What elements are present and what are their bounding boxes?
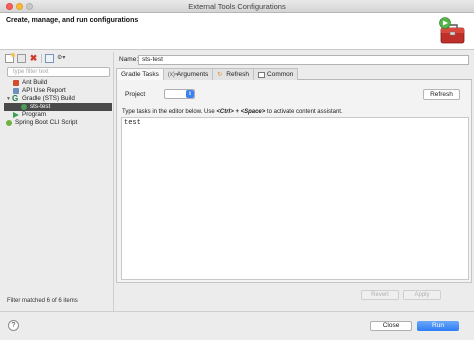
- tasks-editor[interactable]: test: [121, 117, 469, 280]
- footer-divider: [0, 311, 474, 312]
- name-field[interactable]: sts-test: [138, 55, 469, 65]
- filter-icon[interactable]: ⚙▾: [57, 54, 70, 63]
- tree-item-api-use-report[interactable]: API Use Report: [4, 87, 112, 95]
- editor-hint: Type tasks in the editor below. Use <Ctr…: [122, 109, 343, 115]
- dialog-banner: Create, manage, and run configurations: [0, 13, 474, 50]
- tab-label: Common: [267, 70, 294, 78]
- toolbox-icon: [439, 17, 465, 44]
- tab-gradle-tasks[interactable]: Gradle Tasks: [116, 68, 164, 80]
- tab-common[interactable]: Common: [253, 68, 299, 80]
- tree-item-gradle-sts-build[interactable]: ▼ G Gradle (STS) Build: [4, 95, 112, 103]
- run-button[interactable]: Run: [417, 321, 459, 331]
- refresh-icon: ↻: [217, 71, 223, 78]
- hint-prefix: Type tasks in the editor below. Use: [122, 109, 217, 115]
- title-bar: External Tools Configurations: [0, 0, 474, 13]
- gradle-icon: G: [12, 94, 19, 103]
- duplicate-icon[interactable]: [17, 54, 26, 63]
- tab-arguments[interactable]: (x)= Arguments: [162, 68, 214, 80]
- gradle-tasks-panel: Project ⇕ Refresh Type tasks in the edit…: [116, 80, 472, 283]
- config-tree-pane: ✖ ⚙▾ type filter text Ant Build API Use …: [2, 52, 112, 311]
- revert-button[interactable]: Revert: [361, 290, 399, 300]
- name-label: Name:: [119, 56, 139, 63]
- tree-item-sts-test[interactable]: sts-test: [4, 103, 112, 111]
- spring-icon: [6, 120, 12, 126]
- project-label: Project: [125, 91, 146, 98]
- arguments-icon: (x)=: [167, 71, 179, 78]
- tab-refresh[interactable]: ↻ Refresh: [212, 68, 255, 80]
- tree-item-label: Ant Build: [22, 79, 48, 86]
- tree-item-program[interactable]: Program: [4, 111, 112, 119]
- filter-status: Filter matched 6 of 6 items: [7, 298, 78, 304]
- tab-label: Gradle Tasks: [121, 70, 159, 78]
- config-tree: Ant Build API Use Report ▼ G Gradle (STS…: [4, 79, 112, 127]
- refresh-button[interactable]: Refresh: [423, 89, 460, 100]
- config-tabs: Gradle Tasks (x)= Arguments ↻ Refresh Co…: [116, 68, 472, 80]
- filter-input[interactable]: type filter text: [7, 67, 110, 77]
- program-icon: [13, 112, 19, 118]
- help-button[interactable]: ?: [8, 320, 19, 331]
- tree-item-label: API Use Report: [22, 87, 66, 94]
- ant-icon: [13, 80, 19, 86]
- toolbar-divider: [41, 54, 42, 63]
- sts-icon: [21, 104, 27, 110]
- pane-divider[interactable]: [113, 52, 114, 311]
- window-title: External Tools Configurations: [188, 2, 286, 11]
- common-icon: [258, 71, 266, 78]
- collapse-all-icon[interactable]: [45, 54, 54, 63]
- config-editor-pane: Name: sts-test Gradle Tasks (x)= Argumen…: [116, 52, 472, 311]
- new-config-icon[interactable]: [5, 53, 15, 63]
- chevron-updown-icon: ⇕: [186, 90, 194, 98]
- project-select[interactable]: ⇕: [164, 89, 195, 99]
- tree-item-label: Gradle (STS) Build: [22, 95, 75, 102]
- apply-button-group: Revert Apply: [361, 290, 441, 300]
- tree-item-label: Spring Boot CLI Script: [15, 119, 78, 126]
- tab-label: Arguments: [176, 70, 209, 78]
- apply-button[interactable]: Apply: [403, 290, 441, 300]
- close-button[interactable]: Close: [370, 321, 412, 331]
- expand-chevron-icon[interactable]: ▼: [6, 95, 11, 103]
- banner-title: Create, manage, and run configurations: [6, 17, 139, 24]
- tree-item-label: sts-test: [30, 103, 51, 110]
- hint-keys: <Ctrl> + <Space>: [216, 109, 266, 115]
- tab-label: Refresh: [226, 70, 250, 78]
- tree-toolbar: ✖ ⚙▾: [5, 53, 70, 64]
- tree-item-label: Program: [22, 111, 47, 118]
- tree-item-spring-boot-cli[interactable]: Spring Boot CLI Script: [4, 119, 112, 127]
- hint-suffix: to activate content assistant.: [265, 109, 343, 115]
- tree-item-ant-build[interactable]: Ant Build: [4, 79, 112, 87]
- delete-icon[interactable]: ✖: [29, 54, 38, 63]
